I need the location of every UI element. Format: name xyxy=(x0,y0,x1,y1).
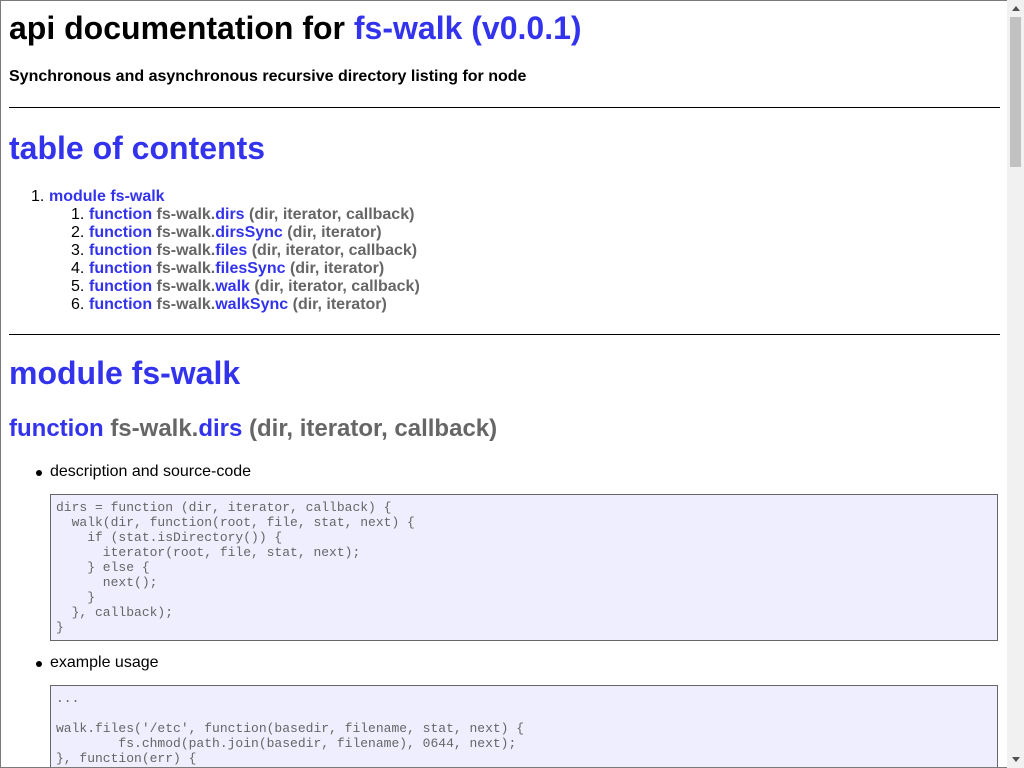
source-code-block: dirs = function (dir, iterator, callback… xyxy=(50,494,998,641)
toc-function-link[interactable]: function xyxy=(89,278,152,295)
toc-namespace: fs-walk. xyxy=(156,224,216,241)
toc-function-name-link[interactable]: walk xyxy=(215,278,250,295)
toc-function-link[interactable]: function xyxy=(89,296,152,313)
toc-number: 2. xyxy=(71,224,85,241)
bullet-label: example usage xyxy=(50,654,159,671)
toc-number: 4. xyxy=(71,260,85,277)
divider xyxy=(9,107,1000,108)
function-name-link[interactable]: dirs xyxy=(198,415,242,442)
scrollbar-thumb[interactable] xyxy=(1010,17,1021,167)
bullet-label: description and source-code xyxy=(50,463,252,480)
toc-args: (dir, iterator, callback) xyxy=(251,242,418,259)
toc-args: (dir, iterator, callback) xyxy=(254,278,420,295)
toc-args: (dir, iterator) xyxy=(287,224,382,241)
toc-module-link[interactable]: module fs-walk xyxy=(49,188,165,206)
toc-namespace: fs-walk. xyxy=(156,242,216,259)
toc-number: 3. xyxy=(71,242,85,259)
toc-function-name-link[interactable]: files xyxy=(215,242,247,259)
triangle-up-icon xyxy=(1011,6,1020,11)
toc-function-name-link[interactable]: dirsSync xyxy=(215,224,283,241)
toc-entry: function fs-walk.dirsSync (dir, iterator… xyxy=(89,224,382,242)
toc-number: 5. xyxy=(71,278,85,295)
package-description: Synchronous and asynchronous recursive d… xyxy=(9,68,527,85)
toc-number: 1. xyxy=(71,206,85,223)
toc-function-link[interactable]: function xyxy=(89,224,152,241)
toc-args: (dir, iterator) xyxy=(289,260,385,277)
toc-function-name-link[interactable]: filesSync xyxy=(215,260,285,277)
function-title: function fs-walk.dirs (dir, iterator, ca… xyxy=(9,413,497,445)
module-title[interactable]: module fs-walk xyxy=(9,353,240,393)
page-title: api documentation for fs-walk (v0.0.1) xyxy=(9,9,582,47)
toc-namespace: fs-walk. xyxy=(156,278,216,295)
function-args: (dir, iterator, callback) xyxy=(249,415,498,442)
toc-function-link[interactable]: function xyxy=(89,206,152,223)
triangle-down-icon xyxy=(1011,757,1020,762)
divider xyxy=(9,334,1000,335)
page-frame: api documentation for fs-walk (v0.0.1) S… xyxy=(0,0,1007,768)
toc-number: 6. xyxy=(71,296,85,313)
toc-entry: function fs-walk.walkSync (dir, iterator… xyxy=(89,296,387,314)
scroll-up-button[interactable] xyxy=(1007,0,1024,17)
scroll-down-button[interactable] xyxy=(1007,751,1024,768)
bullet-icon xyxy=(36,661,42,667)
toc-function-name-link[interactable]: walkSync xyxy=(215,296,288,313)
example-code-block: ... walk.files('/etc', function(basedir,… xyxy=(50,685,998,767)
toc-namespace: fs-walk. xyxy=(156,296,216,313)
toc-function-name-link[interactable]: dirs xyxy=(215,206,244,223)
toc-args: (dir, iterator, callback) xyxy=(249,206,415,223)
toc-namespace: fs-walk. xyxy=(156,260,216,277)
toc-title[interactable]: table of contents xyxy=(9,128,265,168)
toc-entry: function fs-walk.filesSync (dir, iterato… xyxy=(89,260,384,278)
package-link[interactable]: fs-walk (v0.0.1) xyxy=(354,10,582,46)
function-keyword-link[interactable]: function xyxy=(9,415,104,442)
toc-args: (dir, iterator) xyxy=(292,296,387,313)
toc-entry: function fs-walk.dirs (dir, iterator, ca… xyxy=(89,206,414,224)
toc-entry: function fs-walk.files (dir, iterator, c… xyxy=(89,242,417,260)
page-title-prefix: api documentation for xyxy=(9,10,345,46)
toc-function-link[interactable]: function xyxy=(89,242,152,259)
toc-namespace: fs-walk. xyxy=(156,206,216,223)
function-namespace: fs-walk. xyxy=(110,415,199,442)
toc-function-link[interactable]: function xyxy=(89,260,152,277)
bullet-icon xyxy=(36,470,42,476)
vertical-scrollbar[interactable] xyxy=(1007,0,1024,768)
toc-number: 1. xyxy=(31,188,45,205)
toc-entry: function fs-walk.walk (dir, iterator, ca… xyxy=(89,278,420,296)
